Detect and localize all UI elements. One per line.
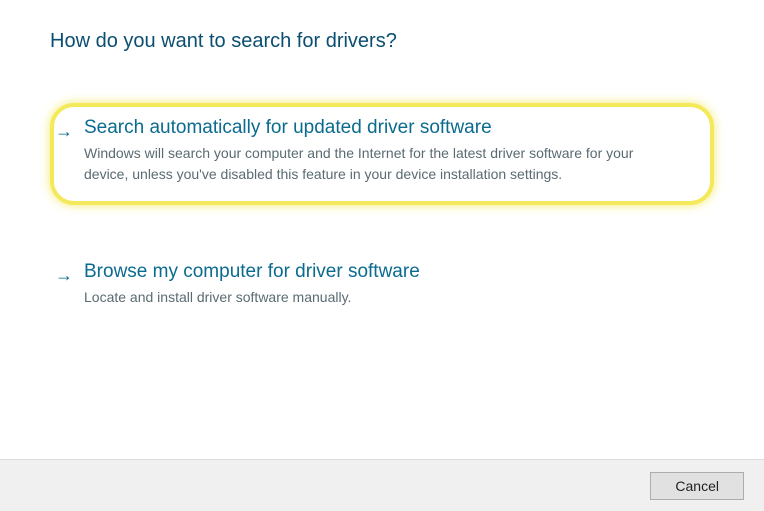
- dialog-footer: Cancel: [0, 459, 764, 511]
- option-description: Locate and install driver software manua…: [84, 287, 644, 308]
- cancel-button[interactable]: Cancel: [650, 472, 744, 500]
- option-search-automatically[interactable]: → Search automatically for updated drive…: [50, 103, 714, 205]
- page-title: How do you want to search for drivers?: [50, 30, 714, 53]
- arrow-right-icon: →: [54, 121, 74, 142]
- dialog-content: How do you want to search for drivers? →…: [0, 0, 764, 384]
- option-title: Browse my computer for driver software: [84, 261, 704, 283]
- option-title: Search automatically for updated driver …: [84, 117, 700, 139]
- arrow-right-icon: →: [54, 265, 74, 286]
- option-browse-computer[interactable]: → Browse my computer for driver software…: [50, 249, 714, 324]
- option-description: Windows will search your computer and th…: [84, 143, 644, 185]
- option-text-wrap: Search automatically for updated driver …: [84, 117, 700, 185]
- option-text-wrap: Browse my computer for driver software L…: [84, 261, 704, 308]
